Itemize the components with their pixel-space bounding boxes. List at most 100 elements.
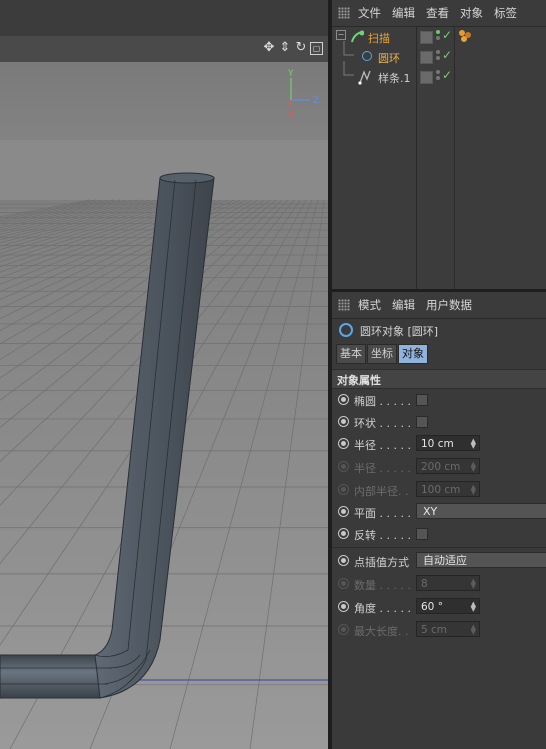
section-header: 对象属性: [332, 369, 546, 389]
anim-radio-icon[interactable]: [338, 438, 349, 449]
anim-radio-icon[interactable]: [338, 506, 349, 517]
prop-label: 平面 . . . . .: [354, 507, 411, 520]
interpolation-select[interactable]: 自动适应: [416, 552, 546, 568]
menu-user-data[interactable]: 用户数据: [426, 297, 472, 313]
spinner-icon: ▲ ▼: [470, 600, 476, 613]
spline-icon: [358, 70, 371, 85]
prop-label: 反转 . . . . .: [354, 529, 411, 542]
anim-radio-icon[interactable]: [338, 555, 349, 566]
menu-object[interactable]: 对象: [460, 5, 483, 21]
axis-z-label: Z: [313, 96, 319, 106]
circle-object-icon: [339, 323, 353, 337]
menu-file[interactable]: 文件: [358, 5, 381, 21]
anim-radio-icon[interactable]: [338, 601, 349, 612]
enabled-check-icon[interactable]: ✓: [442, 68, 452, 82]
object-manager-menubar: 文件 编辑 查看 对象 标签: [332, 0, 546, 27]
anim-radio-icon: [338, 461, 349, 472]
tab-basic[interactable]: 基本: [336, 344, 366, 364]
reverse-checkbox[interactable]: [416, 528, 428, 540]
ellipse-checkbox[interactable]: [416, 394, 428, 406]
object-name-spline[interactable]: 样条.1: [378, 70, 411, 86]
prop-number: 数量 . . . . . 8 ▲ ▼: [332, 573, 546, 595]
object-name-circle[interactable]: 圆环: [378, 50, 400, 66]
section-title: 对象属性: [337, 374, 381, 387]
object-row-sweep[interactable]: − 扫描 ✓: [332, 27, 546, 47]
3d-scene: Y Z X: [0, 62, 328, 749]
prop-radius2: 半径 . . . . . 200 cm ▲ ▼: [332, 456, 546, 478]
zoom-view-icon[interactable]: ⇕: [278, 41, 292, 55]
ring-checkbox[interactable]: [416, 416, 428, 428]
visibility-dots-icon[interactable]: [436, 30, 440, 42]
visibility-dots-icon[interactable]: [436, 50, 440, 62]
menu-edit[interactable]: 编辑: [392, 297, 415, 313]
object-tree: − 扫描 ✓ 圆环 ✓ 样条.1 ✓: [332, 27, 546, 289]
menu-view[interactable]: 查看: [426, 5, 449, 21]
spinner-icon: ▲ ▼: [470, 437, 476, 450]
object-row-circle[interactable]: 圆环 ✓: [332, 41, 546, 67]
material-tag-icon[interactable]: [458, 29, 472, 43]
menu-mode[interactable]: 模式: [358, 297, 381, 313]
radius2-input: 200 cm ▲ ▼: [416, 458, 480, 474]
anim-radio-icon: [338, 624, 349, 635]
viewport-top-bar: [0, 0, 328, 36]
collapse-toggle-icon[interactable]: −: [336, 30, 346, 40]
object-row-spline[interactable]: 样条.1 ✓: [332, 61, 546, 87]
prop-angle: 角度 . . . . . 60 ° ▲ ▼: [332, 596, 546, 618]
rotate-view-icon[interactable]: ↻: [294, 41, 308, 55]
inner-radius-input: 100 cm ▲ ▼: [416, 481, 480, 497]
object-manager: 文件 编辑 查看 对象 标签 − 扫描 ✓ 圆环 ✓ 样条.1 ✓: [332, 0, 546, 289]
prop-label: 半径 . . . . .: [354, 439, 411, 452]
visibility-dots-icon[interactable]: [436, 70, 440, 82]
radius-input[interactable]: 10 cm ▲ ▼: [416, 435, 480, 451]
enabled-check-icon[interactable]: ✓: [442, 48, 452, 62]
prop-label: 半径 . . . . .: [354, 462, 411, 475]
max-length-input: 5 cm ▲ ▼: [416, 621, 480, 637]
prop-label: 椭圆 . . . . .: [354, 395, 411, 408]
prop-reverse: 反转 . . . . .: [332, 523, 546, 545]
prop-label: 环状 . . . . .: [354, 417, 411, 430]
anim-radio-icon: [338, 578, 349, 589]
spinner-icon: ▲ ▼: [470, 577, 476, 590]
attribute-title-row: 圆环对象 [圆环]: [332, 319, 546, 341]
attribute-title: 圆环对象 [圆环]: [360, 325, 439, 338]
move-view-icon[interactable]: ✥: [262, 41, 276, 55]
number-input: 8 ▲ ▼: [416, 575, 480, 591]
anim-radio-icon[interactable]: [338, 416, 349, 427]
anim-radio-icon[interactable]: [338, 528, 349, 539]
prop-label: 角度 . . . . .: [354, 602, 411, 615]
maximize-view-icon[interactable]: ▢: [310, 42, 323, 55]
layer-box[interactable]: [420, 51, 433, 64]
axis-y-label: Y: [287, 69, 294, 79]
tab-object[interactable]: 对象: [398, 344, 428, 364]
prop-ring: 环状 . . . . .: [332, 411, 546, 433]
angle-input[interactable]: 60 ° ▲ ▼: [416, 598, 480, 614]
plane-select[interactable]: XY: [416, 503, 546, 519]
prop-ellipse: 椭圆 . . . . .: [332, 389, 546, 411]
axis-x-label: X: [288, 110, 294, 120]
prop-inner-radius: 内部半径. . 100 cm ▲ ▼: [332, 479, 546, 501]
prop-label: 数量 . . . . .: [354, 579, 411, 592]
attribute-manager: 模式 编辑 用户数据 圆环对象 [圆环] 基本 坐标 对象 对象属性 椭圆 . …: [332, 292, 546, 749]
object-name-sweep[interactable]: 扫描: [368, 30, 390, 46]
circle-icon: [362, 51, 372, 61]
viewport[interactable]: ✥ ⇕ ↻ ▢ Y Z X: [0, 0, 328, 749]
prop-label: 最大长度. .: [354, 625, 409, 638]
prop-max-length: 最大长度. . 5 cm ▲ ▼: [332, 619, 546, 641]
layer-box[interactable]: [420, 71, 433, 84]
spinner-icon: ▲ ▼: [470, 483, 476, 496]
anim-radio-icon[interactable]: [338, 394, 349, 405]
attribute-manager-menubar: 模式 编辑 用户数据: [332, 292, 546, 319]
spinner-icon: ▲ ▼: [470, 623, 476, 636]
layer-box[interactable]: [420, 31, 433, 44]
enabled-check-icon[interactable]: ✓: [442, 28, 452, 42]
anim-radio-icon: [338, 484, 349, 495]
grip-icon[interactable]: [338, 7, 350, 19]
tab-coord[interactable]: 坐标: [367, 344, 397, 364]
menu-tags[interactable]: 标签: [494, 5, 517, 21]
menu-edit[interactable]: 编辑: [392, 5, 415, 21]
prop-label: 内部半径. .: [354, 485, 409, 498]
prop-radius: 半径 . . . . . 10 cm ▲ ▼: [332, 433, 546, 455]
prop-label: 点插值方式: [354, 556, 409, 569]
grip-icon[interactable]: [338, 299, 350, 311]
spinner-icon: ▲ ▼: [470, 460, 476, 473]
